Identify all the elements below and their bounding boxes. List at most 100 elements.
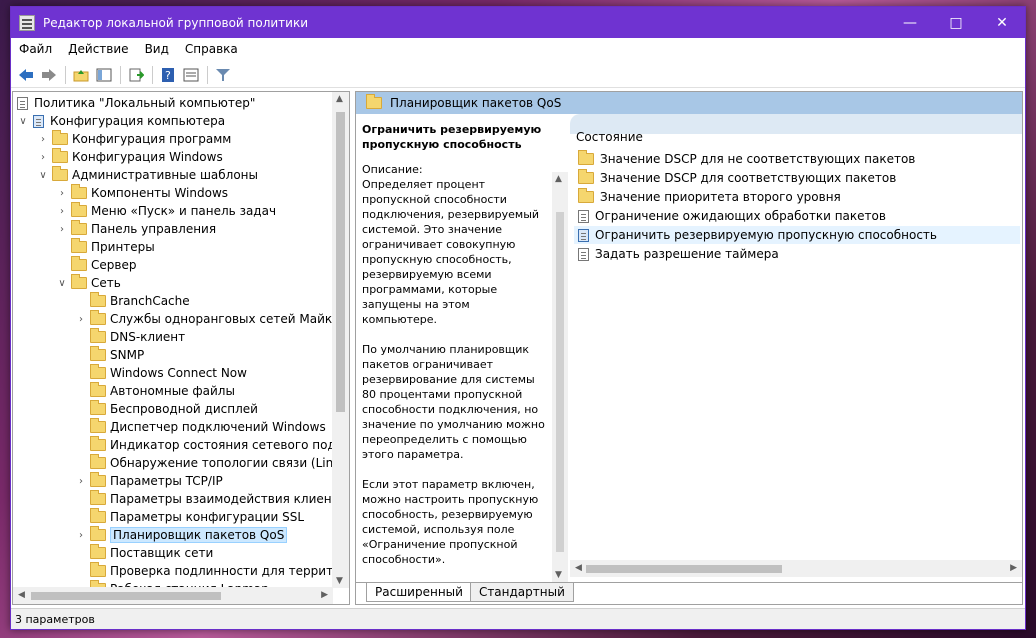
tree-item[interactable]: ∨ Сеть	[56, 274, 121, 292]
tree-item[interactable]: BranchCache	[75, 292, 190, 310]
tree-item-label: Службы одноранговых сетей Майкрософт	[110, 312, 333, 326]
tree-item[interactable]: Параметры конфигурации SSL	[75, 508, 304, 526]
tree-item[interactable]: › Службы одноранговых сетей Майкрософт	[75, 310, 333, 328]
chevron-right-icon[interactable]: ›	[75, 530, 87, 541]
tree-item[interactable]: Диспетчер подключений Windows	[75, 418, 326, 436]
tree-item-label: Параметры TCP/IP	[110, 474, 223, 488]
filter-icon[interactable]	[212, 64, 234, 86]
tree-pane: Политика "Локальный компьютер" ∨ Конфигур…	[12, 91, 350, 605]
tree-item[interactable]: SNMP	[75, 346, 144, 364]
menu-help[interactable]: Справка	[177, 42, 246, 56]
tree-item[interactable]: DNS-клиент	[75, 328, 185, 346]
tree-item[interactable]: › Параметры TCP/IP	[75, 472, 223, 490]
chevron-right-icon[interactable]: ›	[37, 134, 49, 145]
list-item[interactable]: Ограничить резервируемую пропускную спос…	[574, 226, 1020, 244]
tree-item[interactable]: Автономные файлы	[75, 382, 235, 400]
tree-root-label: Политика "Локальный компьютер"	[34, 96, 256, 110]
tree-item[interactable]: › Панель управления	[56, 220, 216, 238]
column-header-state[interactable]: Состояние	[576, 130, 643, 144]
folder-icon	[90, 526, 106, 541]
tree-item-label: Конфигурация Windows	[72, 150, 223, 164]
tree-item[interactable]: › Конфигурация Windows	[37, 148, 223, 166]
tree-vscroll-thumb[interactable]	[336, 112, 345, 412]
tree-item-label: Автономные файлы	[110, 384, 235, 398]
list-item[interactable]: Ограничение ожидающих обработки пакетов	[574, 207, 1020, 225]
list-item[interactable]: Значение DSCP для не соответствующих пак…	[574, 150, 1020, 168]
maximize-button[interactable]: □	[933, 7, 979, 38]
title-bar[interactable]: Редактор локальной групповой политики — …	[11, 7, 1025, 38]
list-item[interactable]: Значение DSCP для соответствующих пакето…	[574, 169, 1020, 187]
list-item[interactable]: Значение приоритета второго уровня	[574, 188, 1020, 206]
help-icon[interactable]: ?	[157, 64, 179, 86]
tree-item-label: DNS-клиент	[110, 330, 186, 344]
tree-item[interactable]: Поставщик сети	[75, 544, 213, 562]
tree-vertical-scrollbar[interactable]: ▲ ▼	[332, 92, 349, 588]
chevron-down-icon[interactable]: ∨	[17, 116, 29, 127]
chevron-right-icon[interactable]: ›	[56, 188, 68, 199]
chevron-right-icon[interactable]: ›	[37, 152, 49, 163]
chevron-down-icon[interactable]: ∨	[37, 170, 49, 181]
up-folder-icon[interactable]	[70, 64, 92, 86]
tree-item[interactable]: Параметры взаимодействия клиента Direct	[75, 490, 333, 508]
tree-item[interactable]: Сервер	[56, 256, 136, 274]
list-item-label: Значение DSCP для не соответствующих пак…	[600, 152, 916, 166]
folder-icon	[90, 472, 106, 487]
folder-icon	[90, 346, 106, 361]
tree-item[interactable]: ∨ Административные шаблоны	[37, 166, 258, 184]
chevron-down-icon[interactable]: ∨	[56, 278, 68, 289]
folder-icon	[52, 130, 68, 145]
description-scrollbar[interactable]: ▲ ▼	[552, 172, 568, 582]
tree-item-label: Конфигурация компьютера	[50, 114, 226, 128]
properties-icon[interactable]	[180, 64, 202, 86]
folder-icon	[366, 94, 382, 109]
computer-icon	[33, 114, 44, 128]
folder-icon	[90, 436, 106, 451]
folder-icon	[578, 188, 594, 203]
tree-item[interactable]: › Планировщик пакетов QoS	[75, 526, 288, 544]
tree-item-label: Компоненты Windows	[91, 186, 229, 200]
tree-item[interactable]: Индикатор состояния сетевого подключения	[75, 436, 333, 454]
tab-extended[interactable]: Расширенный	[366, 583, 472, 602]
tree-item[interactable]: ∨ Конфигурация компьютера	[17, 112, 225, 130]
tree-item-label: BranchCache	[110, 294, 190, 308]
show-hide-tree-icon[interactable]	[93, 64, 115, 86]
tree-item-label: Проверка подлинности для территории	[110, 564, 333, 578]
tree-item[interactable]: Обнаружение топологии связи (Link-Layer)	[75, 454, 333, 472]
list-item-label: Значение приоритета второго уровня	[600, 190, 841, 204]
list-item[interactable]: Задать разрешение таймера	[574, 245, 1020, 263]
tab-standard[interactable]: Стандартный	[469, 583, 574, 602]
chevron-right-icon[interactable]: ›	[75, 314, 87, 325]
tree-item-label: Индикатор состояния сетевого подключения	[110, 438, 333, 452]
status-bar: 3 параметров	[11, 608, 1025, 629]
tree-item[interactable]: › Конфигурация программ	[37, 130, 231, 148]
menu-file[interactable]: Файл	[11, 42, 60, 56]
description-scroll-thumb[interactable]	[556, 212, 564, 552]
tree-hscroll-thumb[interactable]	[31, 592, 221, 600]
forward-button[interactable]	[38, 64, 60, 86]
chevron-right-icon[interactable]: ›	[75, 476, 87, 487]
folder-icon	[90, 400, 106, 415]
tree-item[interactable]: Беспроводной дисплей	[75, 400, 258, 418]
tree-item-label: Административные шаблоны	[72, 168, 259, 182]
list-hscroll-thumb[interactable]	[586, 565, 782, 573]
tree-item[interactable]: › Компоненты Windows	[56, 184, 228, 202]
description-text: Описание: Определяет процент пропускной …	[362, 163, 545, 566]
close-button[interactable]: ✕	[979, 7, 1025, 38]
tree-item-label: Планировщик пакетов QoS	[110, 527, 288, 543]
menu-view[interactable]: Вид	[137, 42, 177, 56]
export-list-icon[interactable]	[125, 64, 147, 86]
minimize-button[interactable]: —	[887, 7, 933, 38]
tree-item-label: Панель управления	[91, 222, 217, 236]
back-button[interactable]	[15, 64, 37, 86]
tree-item[interactable]: Проверка подлинности для территории	[75, 562, 333, 580]
tree-item[interactable]: Принтеры	[56, 238, 155, 256]
folder-icon	[52, 148, 68, 163]
list-horizontal-scrollbar[interactable]: ◀ ▶	[570, 560, 1022, 577]
tree-root[interactable]: Политика "Локальный компьютер"	[15, 94, 255, 112]
tree-item[interactable]: › Меню «Пуск» и панель задач	[56, 202, 276, 220]
tree-horizontal-scrollbar[interactable]: ◀ ▶	[13, 587, 333, 604]
chevron-right-icon[interactable]: ›	[56, 224, 68, 235]
chevron-right-icon[interactable]: ›	[56, 206, 68, 217]
tree-item[interactable]: Windows Connect Now	[75, 364, 247, 382]
menu-action[interactable]: Действие	[60, 42, 136, 56]
